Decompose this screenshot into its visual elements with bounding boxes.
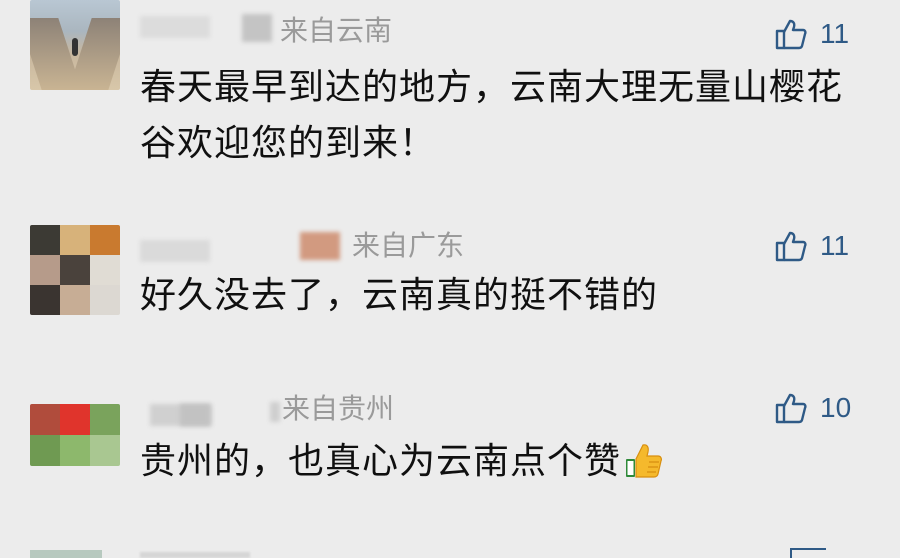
comment-text: 春天最早到达的地方，云南大理无量山樱花谷欢迎您的到来！ — [140, 67, 844, 164]
avatar-image-part — [30, 225, 120, 315]
avatar[interactable] — [30, 225, 120, 315]
username-redacted — [140, 552, 250, 558]
location-label: 来自云南 — [280, 14, 393, 47]
avatar[interactable] — [30, 0, 120, 90]
thumbs-up-icon — [775, 19, 807, 50]
thumbs-up-icon — [790, 548, 826, 558]
comment-item: 来自云南 11 春天最早到达的地方，云南大理无量山樱花谷欢迎您的到来！ — [0, 0, 900, 190]
username-redacted — [270, 402, 280, 422]
comment-list: 来自云南 11 春天最早到达的地方，云南大理无量山樱花谷欢迎您的到来！ 来自广东… — [0, 0, 900, 558]
like-button[interactable]: 11 — [774, 226, 849, 266]
username-redacted — [300, 232, 340, 260]
like-button[interactable]: 11 — [774, 14, 849, 54]
next-comment-partial — [0, 546, 900, 558]
avatar-image-part — [72, 38, 78, 56]
username-redacted[interactable] — [140, 240, 210, 262]
avatar-image-part — [30, 404, 120, 466]
thumbs-up-icon — [775, 231, 807, 262]
location-label: 来自贵州 — [282, 392, 395, 425]
like-count: 11 — [820, 230, 850, 261]
comment-text: 贵州的，也真心为云南点个赞 — [140, 434, 860, 490]
like-count: 10 — [820, 392, 852, 423]
thumbs-up-emoji-icon — [626, 444, 662, 478]
comment-text-content: 贵州的，也真心为云南点个赞 — [140, 441, 622, 482]
username-redacted[interactable] — [140, 16, 210, 38]
avatar[interactable] — [30, 404, 120, 466]
username-redacted — [180, 404, 210, 426]
like-button[interactable]: 10 — [774, 388, 851, 428]
comment-text: 好久没去了，云南真的挺不错的 — [140, 275, 659, 316]
username-redacted — [242, 14, 272, 42]
thumbs-up-icon — [775, 393, 807, 424]
avatar — [30, 550, 102, 558]
like-count: 11 — [820, 18, 850, 49]
location-label: 来自广东 — [352, 229, 465, 262]
